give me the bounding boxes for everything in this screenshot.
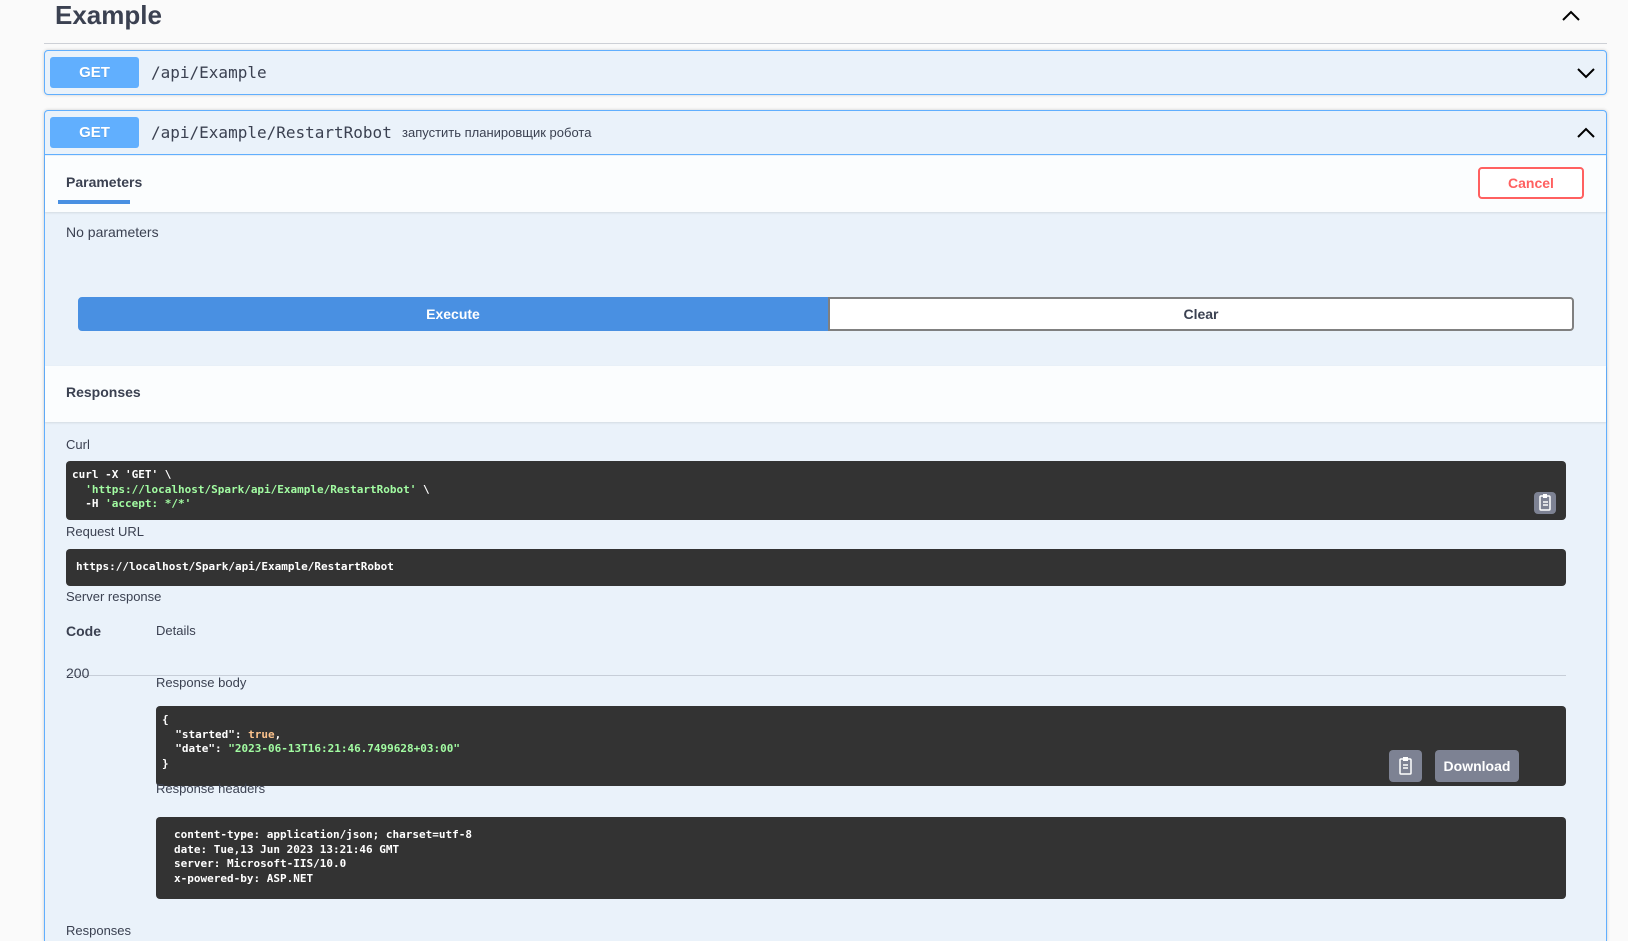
header-line: server: Microsoft-IIS/10.0 — [174, 857, 347, 870]
curl-header: 'accept: */*' — [105, 497, 192, 510]
download-button[interactable]: Download — [1435, 750, 1519, 782]
responses-footer-label: Responses — [66, 923, 132, 938]
no-parameters-text: No parameters — [66, 224, 159, 240]
header-line: content-type: application/json; charset=… — [174, 828, 473, 841]
server-response-label: Server response — [66, 589, 162, 604]
chevron-down-icon[interactable] — [1574, 61, 1598, 85]
responses-title: Responses — [66, 384, 141, 400]
cancel-button[interactable]: Cancel — [1478, 167, 1584, 199]
method-badge: GET — [50, 57, 139, 88]
opblock-get-restart-robot: GET /api/Example/RestartRobot запустить … — [44, 110, 1607, 941]
request-url-label: Request URL — [66, 524, 145, 539]
code-column-header: Code — [66, 623, 101, 639]
response-body[interactable]: { "started": true, "date": "2023-06-13T1… — [156, 706, 1566, 786]
chevron-up-icon[interactable] — [1574, 121, 1598, 145]
tab-parameters[interactable]: Parameters — [66, 174, 142, 190]
tag-header[interactable]: Example — [44, 0, 1607, 44]
json-line: } — [162, 756, 169, 770]
operation-description: запустить планировщик робота — [402, 125, 592, 140]
json-key: "date": — [175, 742, 229, 755]
execute-button[interactable]: Execute — [78, 297, 828, 331]
opblock-get-example: GET /api/Example — [44, 50, 1607, 95]
request-url[interactable]: https://localhost/Spark/api/Example/Rest… — [66, 549, 1566, 586]
curl-label: Curl — [66, 437, 90, 452]
json-value: "2023-06-13T16:21:46.7499628+03:00" — [228, 742, 461, 755]
operation-path: /api/Example/RestartRobot — [151, 123, 392, 142]
curl-line: curl -X 'GET' \ — [72, 468, 172, 481]
tag-title: Example — [55, 0, 162, 30]
curl-line: \ — [416, 482, 430, 496]
parameters-header: Parameters Cancel — [45, 156, 1606, 212]
curl-line: -H — [85, 497, 106, 510]
json-line: { — [162, 713, 169, 726]
responses-header: Responses — [45, 366, 1606, 422]
copy-icon[interactable] — [1534, 492, 1556, 514]
opblock-summary[interactable]: GET /api/Example — [45, 51, 1606, 94]
response-headers[interactable]: content-type: application/json; charset=… — [156, 817, 1566, 899]
chevron-up-icon[interactable] — [1559, 4, 1583, 26]
curl-url: 'https://localhost/Spark/api/Example/Res… — [85, 482, 417, 496]
tab-underline — [58, 200, 130, 204]
header-line: date: Tue,13 Jun 2023 13:21:46 GMT — [174, 842, 400, 856]
header-line: x-powered-by: ASP.NET — [174, 871, 314, 885]
method-badge: GET — [50, 117, 139, 148]
clear-button[interactable]: Clear — [828, 297, 1574, 331]
operation-path: /api/Example — [151, 63, 267, 82]
opblock-summary[interactable]: GET /api/Example/RestartRobot запустить … — [45, 111, 1606, 155]
json-key: "started": — [175, 727, 249, 741]
execute-wrapper: Execute Clear — [78, 297, 1574, 331]
response-body-label: Response body — [156, 675, 247, 690]
curl-code[interactable]: curl -X 'GET' \ 'https://localhost/Spark… — [66, 461, 1566, 520]
copy-icon[interactable] — [1389, 750, 1422, 782]
status-code: 200 — [66, 665, 90, 681]
table-divider — [66, 675, 1566, 676]
response-headers-label: Response headers — [156, 781, 266, 796]
details-column-header: Details — [156, 623, 196, 638]
json-value: true — [248, 727, 275, 741]
